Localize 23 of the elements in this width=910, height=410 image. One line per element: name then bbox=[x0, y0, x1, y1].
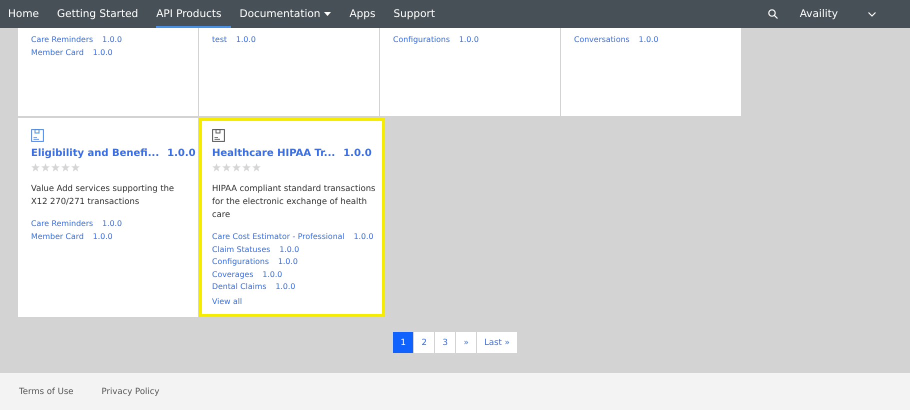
version-label: 1.0.0 bbox=[167, 148, 196, 159]
product-title-link[interactable]: Healthcare HIPAA Tr... bbox=[212, 148, 336, 159]
page-link[interactable]: Last » bbox=[477, 332, 517, 353]
version-label: 1.0.0 bbox=[343, 148, 372, 159]
page-link[interactable]: 3 bbox=[435, 332, 456, 353]
chevron-down-icon bbox=[868, 12, 876, 16]
nav-link[interactable]: Apps bbox=[349, 0, 384, 28]
page-link[interactable]: 2 bbox=[414, 332, 434, 353]
product-title-link[interactable]: Eligibility and Benefi... bbox=[31, 148, 160, 159]
account-menu[interactable]: Availity bbox=[800, 6, 876, 22]
nav-link[interactable]: Getting Started bbox=[57, 0, 148, 28]
nav-link[interactable]: Support bbox=[393, 0, 444, 28]
document-icon bbox=[31, 129, 44, 142]
nav-link[interactable]: Home bbox=[8, 0, 48, 28]
page-link[interactable]: 1 bbox=[393, 332, 414, 353]
footer-link[interactable]: Terms of Use bbox=[19, 386, 74, 396]
product-description: HIPAA compliant standard transactions for the electronic exchange of health care bbox=[212, 182, 376, 221]
nav-link[interactable]: Documentation bbox=[240, 0, 340, 28]
document-icon bbox=[212, 129, 225, 142]
product-description: Value Add services supporting the X12 270/271 transactions bbox=[31, 182, 176, 208]
footer-link[interactable]: Privacy Policy bbox=[102, 386, 160, 396]
page-link[interactable]: » bbox=[456, 332, 476, 353]
search-icon[interactable] bbox=[768, 9, 778, 19]
